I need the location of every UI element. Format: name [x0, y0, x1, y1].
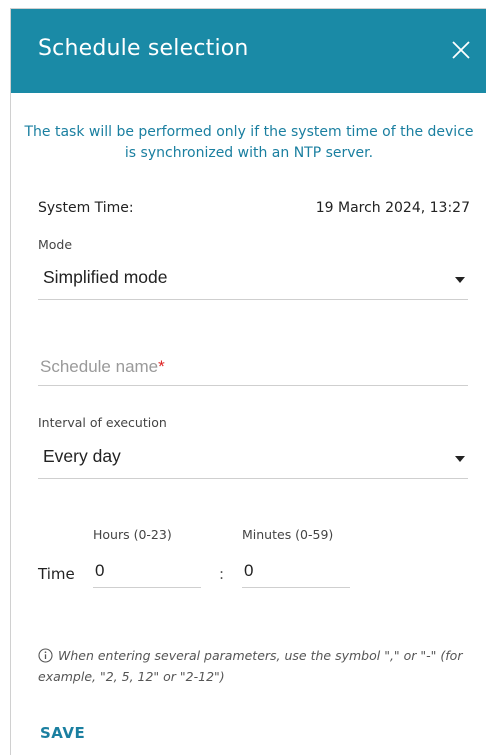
minutes-value: 0: [244, 561, 254, 580]
ntp-notice: The task will be performed only if the s…: [24, 124, 474, 161]
hours-input[interactable]: 0: [93, 557, 201, 588]
minutes-input[interactable]: 0: [242, 557, 350, 588]
schedule-name-placeholder: Schedule name*: [40, 357, 165, 376]
save-button[interactable]: SAVE: [40, 724, 85, 742]
hint-text: When entering several parameters, use th…: [38, 645, 468, 687]
mode-label: Mode: [38, 237, 73, 252]
close-icon[interactable]: [450, 39, 472, 61]
chevron-down-icon: [455, 456, 465, 462]
schedule-name-input[interactable]: Schedule name*: [38, 349, 468, 386]
interval-label: Interval of execution: [38, 415, 167, 430]
hours-value: 0: [95, 561, 105, 580]
time-label: Time: [38, 565, 75, 583]
hours-label: Hours (0-23): [93, 527, 172, 542]
interval-select-value: Every day: [43, 446, 121, 466]
interval-select[interactable]: Every day: [38, 438, 468, 479]
mode-select[interactable]: Simplified mode: [38, 259, 468, 300]
mode-select-value: Simplified mode: [43, 267, 168, 287]
hint-message: When entering several parameters, use th…: [38, 648, 463, 684]
time-separator: :: [219, 565, 225, 583]
dialog-title: Schedule selection: [38, 36, 249, 61]
dialog-header: Schedule selection: [11, 9, 486, 93]
minutes-label: Minutes (0-59): [242, 527, 334, 542]
required-mark: *: [158, 357, 165, 376]
schedule-dialog: Schedule selection The task will be perf…: [10, 8, 486, 755]
info-icon: [38, 648, 53, 663]
system-time-value: 19 March 2024, 13:27: [315, 200, 470, 216]
chevron-down-icon: [455, 277, 465, 283]
system-time-label: System Time:: [38, 200, 134, 216]
